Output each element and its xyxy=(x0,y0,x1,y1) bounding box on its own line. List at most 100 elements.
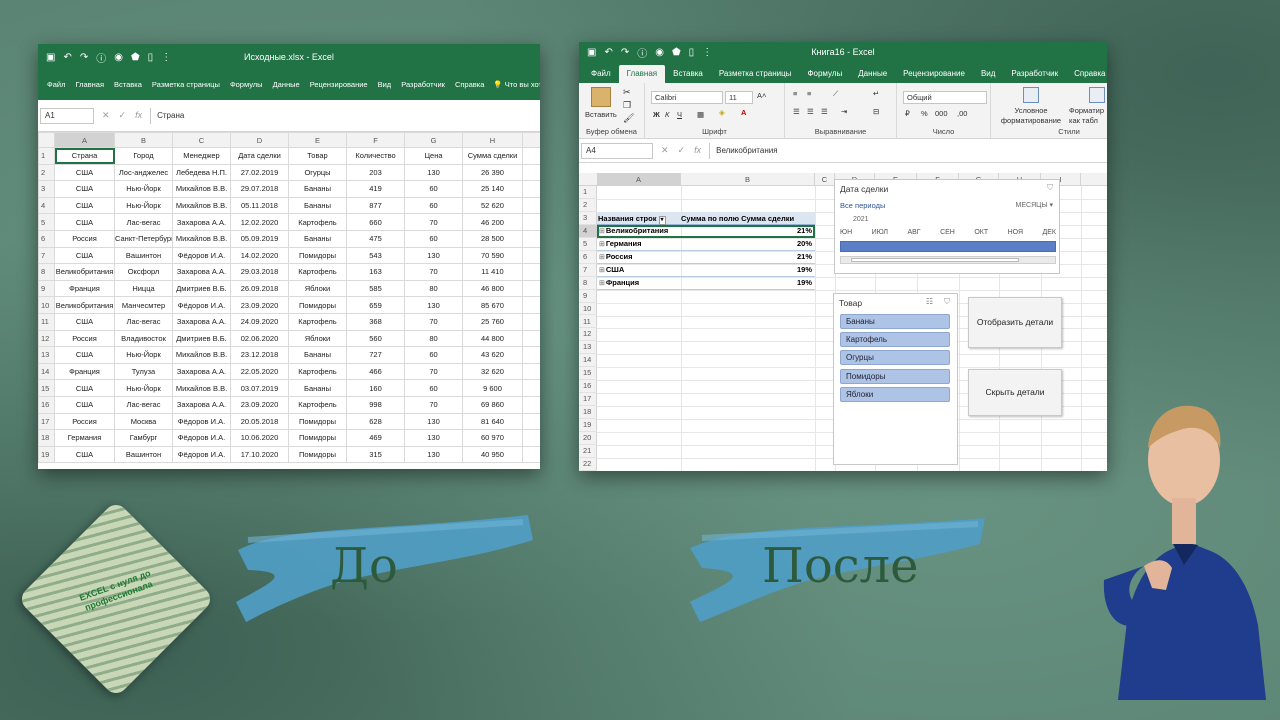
row-header[interactable]: 19 xyxy=(38,445,55,464)
column-header[interactable]: G xyxy=(404,132,463,148)
pivot-row[interactable]: ⊞Россия 21% xyxy=(597,251,815,264)
wrap-text-icon[interactable]: ↵ xyxy=(873,89,879,98)
row-header[interactable]: 14 xyxy=(579,354,597,368)
cell[interactable]: Помидоры xyxy=(288,296,347,314)
row-header[interactable]: 18 xyxy=(579,406,597,420)
cell[interactable]: Нью-Йорк xyxy=(114,180,173,198)
pivot-row[interactable]: ⊞США 19% xyxy=(597,264,815,277)
pivot-row[interactable]: ⊞Франция 19% xyxy=(597,277,815,290)
cell[interactable]: 52 620 xyxy=(462,196,523,215)
row-header[interactable]: 3 xyxy=(38,180,55,198)
cell[interactable]: 32 620 xyxy=(462,362,523,381)
cell[interactable]: 80 xyxy=(404,279,463,298)
font-size-select[interactable]: 11 xyxy=(725,91,753,104)
currency-icon[interactable]: ₽ xyxy=(905,109,910,118)
row-header[interactable]: 6 xyxy=(38,229,55,248)
cell[interactable]: Ницца xyxy=(114,279,173,298)
cell[interactable]: США xyxy=(54,246,115,265)
clear-filter-icon[interactable]: ⛉ xyxy=(1047,183,1053,193)
cell[interactable]: Захарова А.А. xyxy=(172,395,231,414)
cell[interactable]: 23.09.2020 xyxy=(230,296,289,314)
cell[interactable]: 70 xyxy=(404,263,463,281)
row-header[interactable]: 10 xyxy=(38,296,55,314)
select-all-corner[interactable] xyxy=(38,132,55,148)
cell[interactable]: Лас-вегас xyxy=(114,312,173,331)
cell[interactable]: 203 xyxy=(346,163,405,182)
cell[interactable]: 475 xyxy=(346,229,405,248)
cell[interactable]: Помидоры xyxy=(288,246,347,265)
cell[interactable]: Великобритания xyxy=(54,296,115,314)
cell[interactable]: 60 xyxy=(404,196,463,215)
cell[interactable]: 80 xyxy=(404,329,463,348)
timeline-month[interactable]: НОЯ xyxy=(1008,229,1023,236)
cell[interactable]: 26.09.2018 xyxy=(230,279,289,298)
filter-dropdown-icon[interactable]: ▾ xyxy=(658,216,666,225)
cell[interactable] xyxy=(522,379,540,397)
row-header[interactable]: 15 xyxy=(579,367,597,381)
cell[interactable]: Франция xyxy=(54,362,115,381)
row-header[interactable]: 19 xyxy=(579,419,597,433)
cell[interactable]: 11 410 xyxy=(462,263,523,281)
cell[interactable]: Страна xyxy=(54,147,115,165)
cell[interactable]: Манчесмтер xyxy=(114,296,173,314)
worksheet-grid[interactable]: A B C D E F G H 1 Страна Город Менеджер Дата сделки Т… xyxy=(38,132,540,464)
timeline-level-select[interactable]: МЕСЯЦЫ ▾ xyxy=(1016,201,1053,209)
cell[interactable]: 543 xyxy=(346,246,405,265)
cell[interactable]: Вашинтон xyxy=(114,445,173,464)
cell[interactable]: 44 800 xyxy=(462,329,523,348)
confirm-icon[interactable]: ✓ xyxy=(119,110,127,121)
name-box[interactable]: A4 xyxy=(581,142,653,159)
slicer-product[interactable]: Товар ☷ ⛉ Бананы Картофель Огурцы Помидоры Я… xyxy=(833,293,958,465)
cell[interactable]: 130 xyxy=(404,246,463,265)
row-header[interactable]: 17 xyxy=(38,412,55,431)
ribbon-tab[interactable]: Разработчик xyxy=(1003,65,1066,83)
cell[interactable]: США xyxy=(54,395,115,414)
cell[interactable]: 70 590 xyxy=(462,246,523,265)
grow-font-icon[interactable]: A˄ xyxy=(757,91,766,100)
cell[interactable]: 466 xyxy=(346,362,405,381)
column-header[interactable]: C xyxy=(815,173,835,186)
orientation-icon[interactable]: ⟋ xyxy=(833,89,838,99)
cell[interactable]: 368 xyxy=(346,312,405,331)
cell[interactable] xyxy=(522,312,540,331)
row-header[interactable]: 13 xyxy=(579,341,597,355)
timeline-scrollbar[interactable] xyxy=(840,256,1056,264)
cell[interactable]: 60 xyxy=(404,180,463,198)
cell[interactable]: Картофель xyxy=(288,395,347,414)
cell[interactable]: 10.06.2020 xyxy=(230,429,289,447)
column-header[interactable]: F xyxy=(346,132,405,148)
ribbon-tab[interactable]: Данные xyxy=(850,65,895,83)
cell[interactable]: Бананы xyxy=(288,196,347,215)
conditional-format-icon[interactable] xyxy=(1023,87,1039,103)
cell[interactable]: Яблоки xyxy=(288,329,347,348)
cell[interactable]: Нью-Йорк xyxy=(114,196,173,215)
borders-icon[interactable]: ▦ xyxy=(697,110,704,119)
cell[interactable]: 24.09.2020 xyxy=(230,312,289,331)
row-header[interactable]: 16 xyxy=(579,380,597,394)
cell[interactable]: 28 500 xyxy=(462,229,523,248)
cell[interactable]: 628 xyxy=(346,412,405,431)
cell[interactable] xyxy=(522,445,540,464)
cell[interactable]: Картофель xyxy=(288,312,347,331)
column-header[interactable]: D xyxy=(230,132,289,148)
timeline-month[interactable]: ЮН xyxy=(840,229,852,236)
cell[interactable]: Захарова А.А. xyxy=(172,312,231,331)
cell[interactable]: 727 xyxy=(346,346,405,364)
row-header[interactable]: 5 xyxy=(38,213,55,231)
cell[interactable]: Помидоры xyxy=(288,412,347,431)
cell[interactable]: США xyxy=(54,163,115,182)
cell[interactable]: 998 xyxy=(346,395,405,414)
row-header[interactable]: 2 xyxy=(579,199,597,212)
cell[interactable]: Нью-Йорк xyxy=(114,346,173,364)
menu-item[interactable]: Справка xyxy=(450,70,489,100)
cell[interactable] xyxy=(522,213,540,231)
confirm-icon[interactable]: ✓ xyxy=(678,145,686,156)
menu-item[interactable]: Файл xyxy=(42,70,70,100)
cell[interactable]: Яблоки xyxy=(288,279,347,298)
cell[interactable]: 70 xyxy=(404,362,463,381)
cell[interactable]: Лас-вегас xyxy=(114,395,173,414)
cell[interactable]: 70 xyxy=(404,312,463,331)
row-header[interactable]: 6 xyxy=(579,251,597,264)
row-header[interactable]: 1 xyxy=(38,147,55,165)
timeline-date[interactable]: Дата сделки ⛉ Все периоды МЕСЯЦЫ ▾ 2021 … xyxy=(834,179,1060,274)
